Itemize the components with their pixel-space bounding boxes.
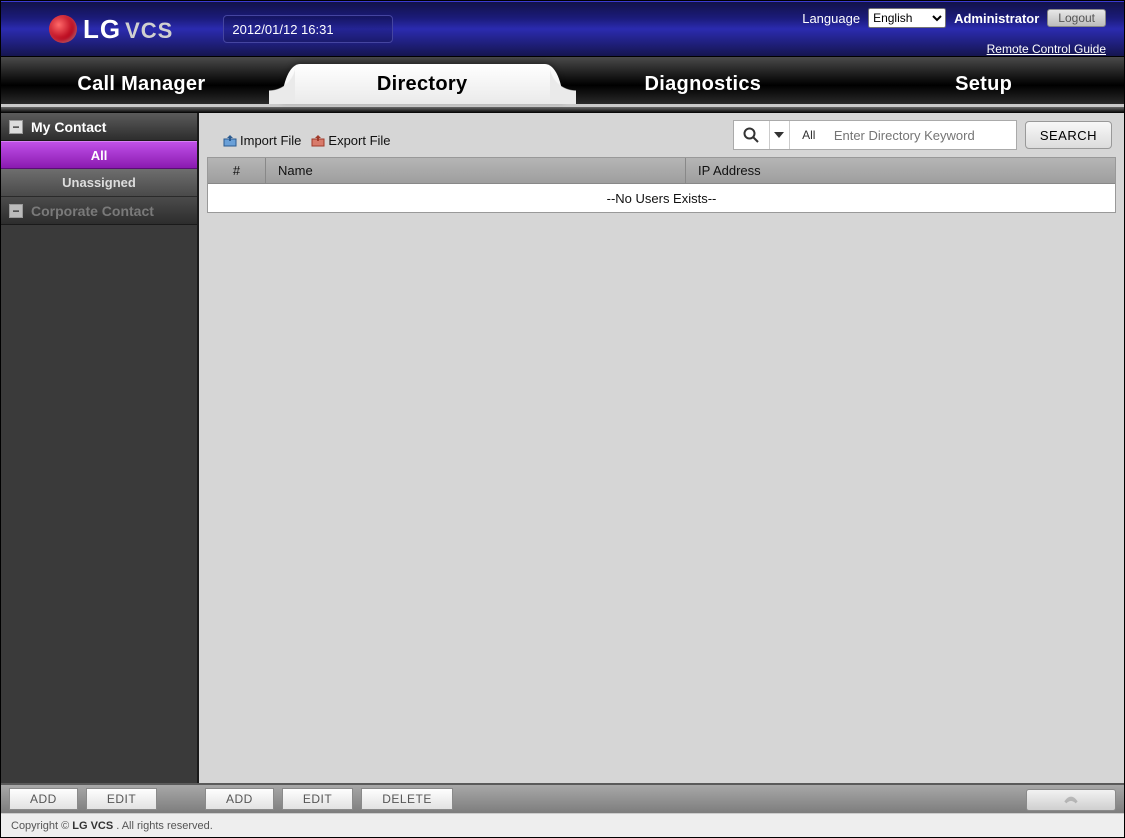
export-file-link[interactable]: Export File xyxy=(311,133,390,148)
main-bottom-toolbar: ADD EDIT DELETE xyxy=(197,783,1124,813)
sidebar-section-my-contact[interactable]: − My Contact xyxy=(1,113,197,141)
col-ip[interactable]: IP Address xyxy=(686,158,1115,183)
logout-button[interactable]: Logout xyxy=(1047,9,1106,27)
brand-logo: LGVCS xyxy=(49,14,173,45)
footer-prefix: Copyright © xyxy=(11,820,69,832)
sidebar: − My Contact All Unassigned − Corporate … xyxy=(1,113,197,783)
tab-call-manager[interactable]: Call Manager xyxy=(1,64,282,104)
language-select[interactable]: English xyxy=(868,8,946,28)
sidebar-my-contact-label: My Contact xyxy=(31,119,106,135)
table-header: # Name IP Address xyxy=(208,158,1115,184)
main-edit-button[interactable]: EDIT xyxy=(282,788,353,810)
table-empty-message: --No Users Exists-- xyxy=(208,184,1115,212)
search-scope-dropdown[interactable] xyxy=(770,121,790,149)
call-button[interactable] xyxy=(1026,789,1116,811)
admin-label: Administrator xyxy=(954,11,1039,26)
datetime-display: 2012/01/12 16:31 xyxy=(223,15,393,43)
import-icon xyxy=(223,135,237,147)
collapse-icon[interactable]: − xyxy=(9,204,23,218)
sidebar-section-corporate-contact[interactable]: − Corporate Contact xyxy=(1,197,197,225)
brand-lg: LG xyxy=(83,14,121,44)
sidebar-item-all[interactable]: All xyxy=(1,141,197,169)
chevron-down-icon xyxy=(774,132,784,138)
sidebar-edit-button[interactable]: EDIT xyxy=(86,788,157,810)
language-label: Language xyxy=(802,11,860,26)
main-add-button[interactable]: ADD xyxy=(205,788,274,810)
import-file-link[interactable]: Import File xyxy=(223,133,301,148)
main-panel: Import File Export File xyxy=(197,113,1124,783)
directory-table: # Name IP Address --No Users Exists-- xyxy=(207,157,1116,213)
tab-directory[interactable]: Directory xyxy=(282,64,563,104)
footer-suffix: . All rights reserved. xyxy=(116,820,213,832)
sidebar-bottom-toolbar: ADD EDIT xyxy=(1,783,197,813)
sidebar-corporate-label: Corporate Contact xyxy=(31,203,154,219)
search-icon[interactable] xyxy=(734,121,770,149)
search-input[interactable] xyxy=(828,121,1016,149)
search-scope-label: All xyxy=(790,121,828,149)
col-number[interactable]: # xyxy=(208,158,266,183)
footer: Copyright © LG VCS . All rights reserved… xyxy=(1,813,1124,837)
sidebar-item-unassigned[interactable]: Unassigned xyxy=(1,169,197,197)
tab-diagnostics[interactable]: Diagnostics xyxy=(563,64,844,104)
footer-brand: LG VCS xyxy=(72,820,113,832)
remote-control-guide-link[interactable]: Remote Control Guide xyxy=(987,42,1106,56)
collapse-icon[interactable]: − xyxy=(9,120,23,134)
brand-vcs: VCS xyxy=(125,18,173,43)
sidebar-add-button[interactable]: ADD xyxy=(9,788,78,810)
main-delete-button[interactable]: DELETE xyxy=(361,788,453,810)
export-icon xyxy=(311,135,325,147)
tab-setup[interactable]: Setup xyxy=(843,64,1124,104)
search-button[interactable]: SEARCH xyxy=(1025,121,1112,149)
main-tabs: Call Manager Directory Diagnostics Setup xyxy=(1,57,1124,107)
col-name[interactable]: Name xyxy=(266,158,686,183)
header-bar: LGVCS 2012/01/12 16:31 Language English … xyxy=(1,1,1124,57)
lg-logo-icon xyxy=(49,15,77,43)
phone-icon xyxy=(1063,794,1079,806)
